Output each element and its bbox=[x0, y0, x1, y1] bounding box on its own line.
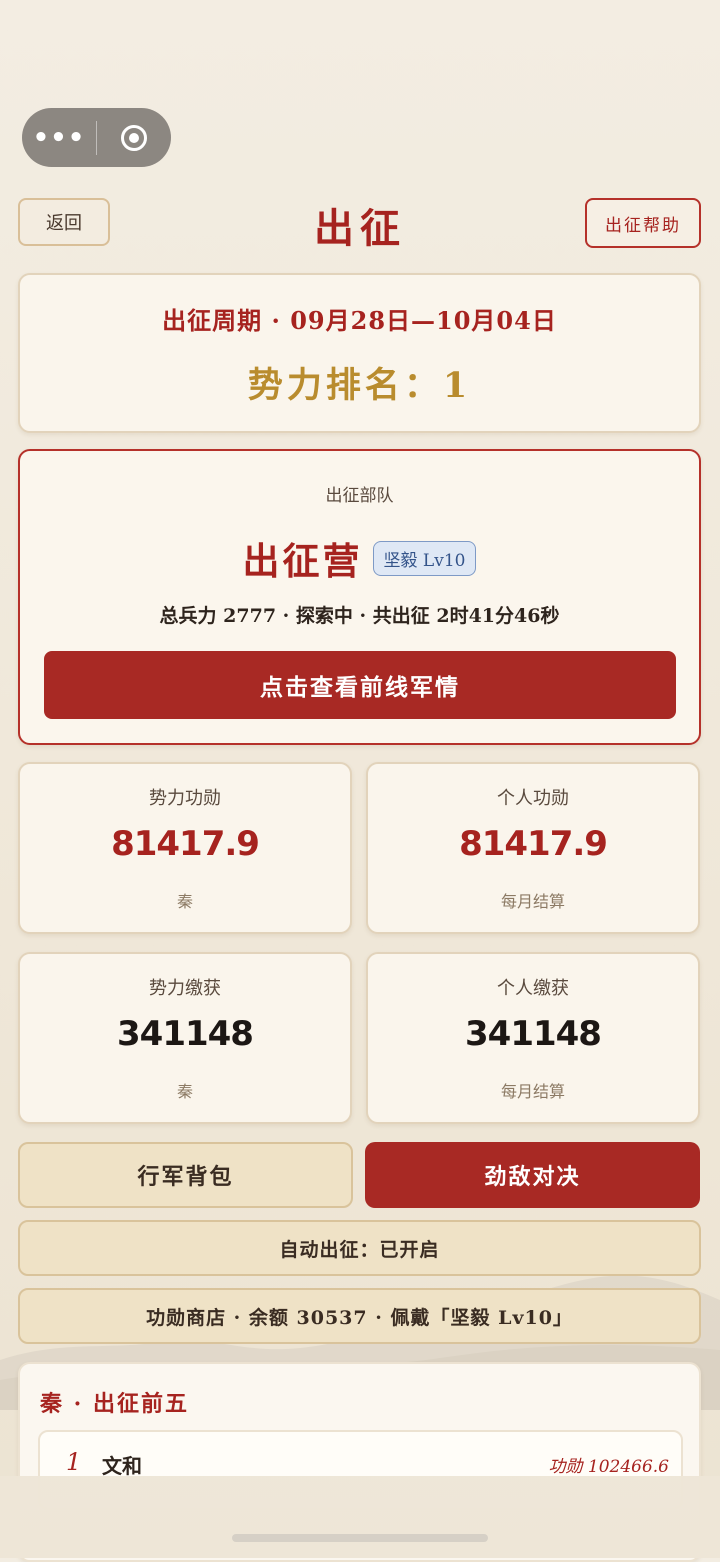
top5-title: 秦 · 出征前五 bbox=[40, 1391, 189, 1417]
troop-label: 出征部队 bbox=[325, 486, 394, 506]
frontline-button[interactable]: 点击查看前线军情 bbox=[44, 651, 676, 719]
player-merit: 功勋 102466.6 bbox=[548, 1457, 669, 1477]
march-bag-button[interactable]: 行军背包 bbox=[18, 1142, 353, 1208]
stat-value: 81417.9 bbox=[459, 824, 608, 864]
faction-rank: 势力排名：1 bbox=[247, 365, 472, 406]
auto-march-toggle[interactable]: 自动出征：已开启 bbox=[18, 1220, 701, 1276]
close-miniprogram-icon[interactable] bbox=[97, 124, 171, 151]
miniprogram-capsule: ••• bbox=[22, 108, 171, 167]
stat-label: 势力缴获 bbox=[149, 978, 221, 999]
period-card: 出征周期 · 09月28日—10月04日 势力排名：1 bbox=[18, 273, 701, 433]
more-icon[interactable]: ••• bbox=[22, 108, 96, 167]
personal-merit-card: 个人功勋 81417.9 每月结算 bbox=[366, 762, 700, 934]
troop-stats: 总兵力 2777 · 探索中 · 共出征 2时41分46秒 bbox=[159, 605, 560, 627]
troop-card: 出征部队 出征营 坚毅 Lv10 总兵力 2777 · 探索中 · 共出征 2时… bbox=[18, 449, 701, 745]
personal-loot-card: 个人缴获 341148 每月结算 bbox=[366, 952, 700, 1124]
stat-label: 个人缴获 bbox=[497, 978, 569, 999]
stat-sub: 每月结算 bbox=[500, 892, 565, 911]
stat-value: 341148 bbox=[117, 1014, 254, 1054]
help-button[interactable]: 出征帮助 bbox=[585, 198, 701, 248]
rival-duel-button[interactable]: 劲敌对决 bbox=[365, 1142, 700, 1208]
stat-label: 势力功勋 bbox=[149, 788, 221, 809]
troop-name-row: 出征营 坚毅 Lv10 bbox=[20, 531, 699, 585]
stat-sub: 秦 bbox=[176, 1082, 193, 1101]
troop-name: 出征营 bbox=[242, 539, 363, 583]
stat-sub: 秦 bbox=[176, 892, 193, 911]
merit-shop-button[interactable]: 功勋商店 · 余额 30537 · 佩戴「坚毅 Lv10」 bbox=[18, 1288, 701, 1344]
rank-number: 1 bbox=[66, 1448, 82, 1476]
period-text: 出征周期 · 09月28日—10月04日 bbox=[162, 306, 557, 335]
stat-value: 81417.9 bbox=[111, 824, 260, 864]
faction-loot-card: 势力缴获 341148 秦 bbox=[18, 952, 352, 1124]
stat-sub: 每月结算 bbox=[500, 1082, 565, 1101]
faction-merit-card: 势力功勋 81417.9 秦 bbox=[18, 762, 352, 934]
bottom-fade bbox=[0, 1476, 720, 1558]
stat-label: 个人功勋 bbox=[497, 788, 569, 809]
player-name: 文和 bbox=[102, 1454, 142, 1478]
troop-badge: 坚毅 Lv10 bbox=[372, 540, 477, 576]
stat-value: 341148 bbox=[465, 1014, 602, 1054]
home-indicator bbox=[232, 1534, 488, 1542]
